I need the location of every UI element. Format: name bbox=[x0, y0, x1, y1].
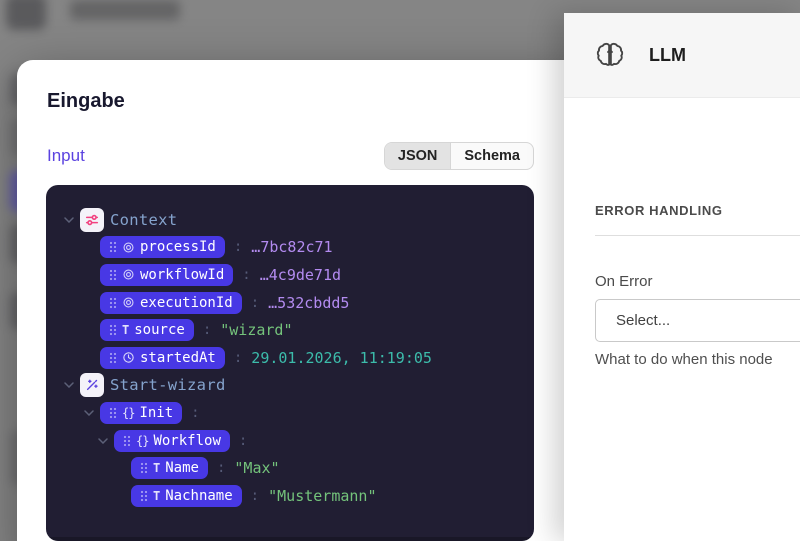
grip-icon bbox=[140, 462, 148, 474]
dimmed-app-logo bbox=[6, 0, 46, 30]
error-handling-heading: ERROR HANDLING bbox=[595, 203, 800, 218]
field-value: …4c9de71d bbox=[260, 266, 341, 284]
tree-row-name[interactable]: T Name : "Max" bbox=[46, 454, 534, 482]
grip-icon bbox=[109, 407, 117, 419]
group-label: Context bbox=[110, 211, 177, 229]
key-badge[interactable]: processId bbox=[100, 236, 225, 258]
grip-icon bbox=[123, 435, 131, 447]
tree-row-workflow[interactable]: {} Workflow : bbox=[46, 427, 534, 455]
json-tree-viewer[interactable]: Context processId : …7bc82c71 bbox=[46, 185, 534, 541]
chevron-down-icon[interactable] bbox=[96, 438, 110, 444]
fingerprint-icon bbox=[122, 268, 135, 281]
grip-icon bbox=[109, 241, 117, 253]
field-value: …7bc82c71 bbox=[251, 238, 332, 256]
text-type-icon: T bbox=[122, 323, 129, 337]
colon: : bbox=[234, 239, 242, 255]
input-controls-row: Input JSON Schema bbox=[47, 141, 534, 171]
fingerprint-icon bbox=[122, 241, 135, 254]
key-badge[interactable]: T source bbox=[100, 319, 194, 341]
chevron-down-icon[interactable] bbox=[62, 217, 76, 223]
input-section-label: Input bbox=[47, 146, 85, 166]
app-screen: Eingabe Input JSON Schema bbox=[0, 0, 800, 541]
chevron-down-icon[interactable] bbox=[82, 410, 96, 416]
toggle-json-option[interactable]: JSON bbox=[385, 143, 451, 169]
tree-row-startedat[interactable]: startedAt : 29.01.2026, 11:19:05 bbox=[46, 344, 534, 372]
field-value: "Max" bbox=[234, 459, 279, 477]
clock-icon bbox=[122, 351, 135, 364]
tree-row-executionid[interactable]: executionId : …532cbdd5 bbox=[46, 289, 534, 317]
colon: : bbox=[191, 405, 199, 421]
text-type-icon: T bbox=[153, 461, 160, 475]
tree-row-source[interactable]: T source : "wizard" bbox=[46, 316, 534, 344]
fingerprint-icon bbox=[122, 296, 135, 309]
key-badge[interactable]: workflowId bbox=[100, 264, 233, 286]
key-label: processId bbox=[140, 239, 216, 255]
panel-body: ERROR HANDLING On Error Select... What t… bbox=[564, 203, 800, 368]
sliders-icon bbox=[80, 208, 104, 232]
field-value: "Mustermann" bbox=[268, 487, 376, 505]
group-label: Start-wizard bbox=[110, 376, 226, 394]
tree-scrollbar[interactable] bbox=[46, 537, 534, 541]
key-label: source bbox=[134, 322, 185, 338]
key-label: executionId bbox=[140, 295, 233, 311]
view-mode-toggle[interactable]: JSON Schema bbox=[384, 142, 534, 170]
key-label: Workflow bbox=[153, 433, 220, 449]
tree-row-nachname[interactable]: T Nachname : "Mustermann" bbox=[46, 482, 534, 510]
colon: : bbox=[251, 295, 259, 311]
section-divider bbox=[595, 235, 800, 236]
tree-row-processid[interactable]: processId : …7bc82c71 bbox=[46, 234, 534, 262]
select-placeholder: Select... bbox=[616, 312, 670, 329]
node-title: LLM bbox=[649, 45, 686, 66]
on-error-helper-text: What to do when this node bbox=[595, 351, 800, 368]
text-type-icon: T bbox=[153, 489, 160, 503]
key-badge[interactable]: startedAt bbox=[100, 347, 225, 369]
key-label: workflowId bbox=[140, 267, 224, 283]
colon: : bbox=[239, 433, 247, 449]
grip-icon bbox=[109, 297, 117, 309]
tree-row-init[interactable]: {} Init : bbox=[46, 399, 534, 427]
colon: : bbox=[234, 350, 242, 366]
key-badge[interactable]: executionId bbox=[100, 292, 242, 314]
key-label: Name bbox=[165, 460, 199, 476]
tree-row-context[interactable]: Context bbox=[46, 206, 534, 234]
brain-icon bbox=[595, 40, 625, 70]
key-label: Nachname bbox=[165, 488, 232, 504]
braces-icon: {} bbox=[136, 434, 148, 448]
grip-icon bbox=[140, 490, 148, 502]
grip-icon bbox=[109, 352, 117, 364]
field-value: …532cbdd5 bbox=[268, 294, 349, 312]
colon: : bbox=[217, 460, 225, 476]
field-value: "wizard" bbox=[220, 321, 292, 339]
key-badge[interactable]: {} Workflow bbox=[114, 430, 230, 452]
key-badge[interactable]: T Name bbox=[131, 457, 208, 479]
field-value: 29.01.2026, 11:19:05 bbox=[251, 349, 432, 367]
node-settings-panel: LLM ERROR HANDLING On Error Select... Wh… bbox=[564, 13, 800, 541]
tree-row-workflowid[interactable]: workflowId : …4c9de71d bbox=[46, 261, 534, 289]
key-label: Init bbox=[139, 405, 173, 421]
toggle-schema-option[interactable]: Schema bbox=[450, 143, 533, 169]
colon: : bbox=[203, 322, 211, 338]
panel-header: LLM bbox=[564, 13, 800, 98]
grip-icon bbox=[109, 269, 117, 281]
key-label: startedAt bbox=[140, 350, 216, 366]
colon: : bbox=[251, 488, 259, 504]
key-badge[interactable]: {} Init bbox=[100, 402, 182, 424]
key-badge[interactable]: T Nachname bbox=[131, 485, 242, 507]
wand-icon bbox=[80, 373, 104, 397]
grip-icon bbox=[109, 324, 117, 336]
tree-row-start-wizard[interactable]: Start-wizard bbox=[46, 372, 534, 400]
dimmed-window-title bbox=[70, 0, 180, 20]
braces-icon: {} bbox=[122, 406, 134, 420]
on-error-label: On Error bbox=[595, 273, 800, 290]
chevron-down-icon[interactable] bbox=[62, 382, 76, 388]
on-error-select[interactable]: Select... bbox=[595, 299, 800, 342]
colon: : bbox=[242, 267, 250, 283]
